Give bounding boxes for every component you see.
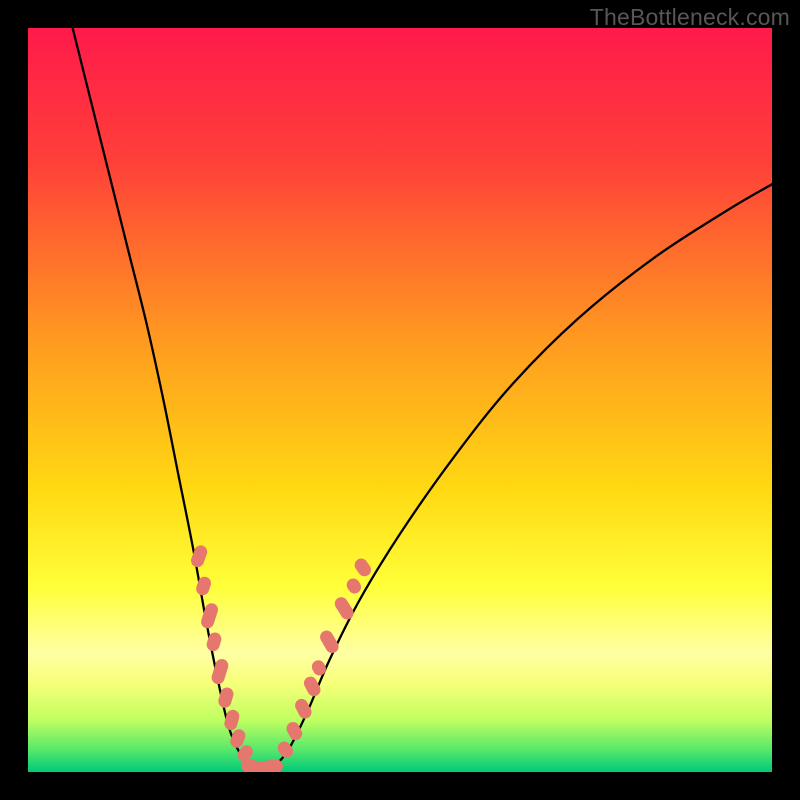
watermark-text: TheBottleneck.com <box>590 4 790 31</box>
gradient-background <box>28 28 772 772</box>
plot-area <box>28 28 772 772</box>
data-marker <box>264 760 283 772</box>
bottleneck-curve-chart <box>28 28 772 772</box>
chart-frame: TheBottleneck.com <box>0 0 800 800</box>
